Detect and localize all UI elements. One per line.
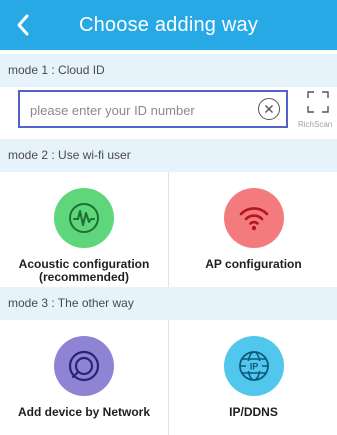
header-bar: Choose adding way (0, 0, 337, 50)
section-mode-1-label: mode 1 : Cloud ID (0, 54, 337, 87)
scan-frame-icon (307, 91, 329, 113)
ap-icon-circle (223, 188, 284, 248)
richscan-label: RichScan (298, 120, 333, 129)
ap-configuration-option[interactable]: AP configuration (168, 172, 337, 287)
globe-ip-icon: IP (238, 351, 269, 381)
soundwave-icon (69, 203, 99, 233)
ap-configuration-label: AP configuration (205, 257, 302, 271)
ip-icon-circle: IP (223, 336, 284, 396)
acoustic-configuration-label: Acoustic configuration (recommended) (0, 258, 168, 284)
other-options-row: Add device by Network IP IP/DDNS (0, 320, 337, 435)
acoustic-label-line1: Acoustic configuration (18, 257, 150, 271)
id-input-box (18, 90, 288, 128)
add-device-by-network-option[interactable]: Add device by Network (0, 320, 168, 435)
add-device-by-network-label: Add device by Network (17, 405, 151, 419)
wifi-options-row: Acoustic configuration (recommended) AP … (0, 172, 337, 287)
clear-input-button[interactable] (258, 98, 280, 120)
cloud-id-row: RichScan (0, 87, 337, 139)
acoustic-configuration-option[interactable]: Acoustic configuration (recommended) (0, 172, 168, 287)
acoustic-icon-circle (54, 188, 114, 248)
network-icon-circle (54, 336, 114, 396)
ip-ddns-option[interactable]: IP IP/DDNS (168, 320, 337, 435)
svg-text:IP: IP (249, 362, 258, 372)
section-mode-2-label: mode 2 : Use wi-fi user (0, 139, 337, 172)
page-title: Choose adding way (78, 14, 259, 36)
wifi-icon (239, 207, 268, 231)
richscan-button[interactable]: RichScan (294, 87, 337, 137)
section-mode-3-label: mode 3 : The other way (0, 287, 337, 320)
acoustic-label-line2: (recommended) (38, 270, 130, 284)
close-icon (265, 105, 273, 113)
ip-ddns-label: IP/DDNS (229, 405, 278, 419)
id-number-input[interactable] (28, 92, 252, 128)
network-icon (68, 350, 100, 382)
